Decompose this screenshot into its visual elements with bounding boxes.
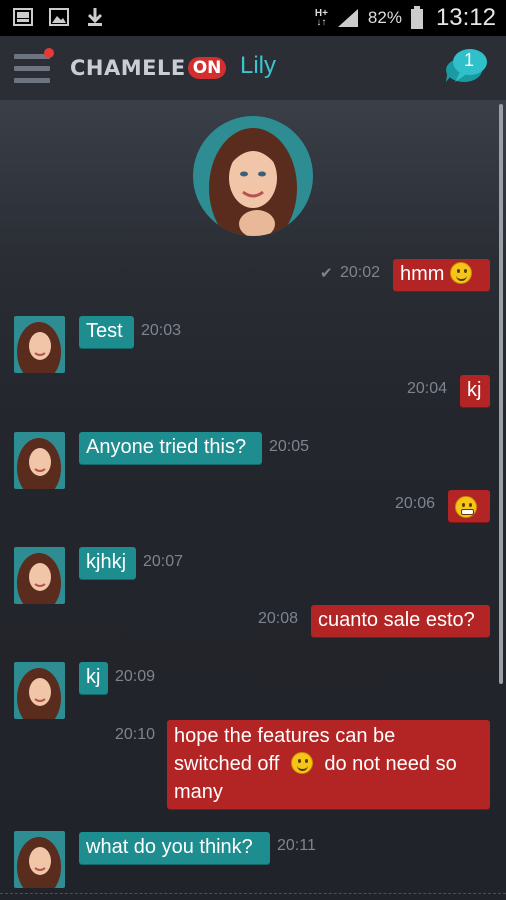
image-icon [49,8,69,26]
battery-icon [410,6,423,29]
chats-badge-count: 1 [464,50,475,70]
message-time: 20:07 [143,553,184,570]
outgoing-message[interactable] [448,490,490,522]
message-time: 20:06 [395,495,436,512]
outgoing-message[interactable]: kj [460,375,490,407]
message-text: hmm [400,263,445,285]
app-bar: CHAMELE ON Lily 1 [0,36,506,100]
outgoing-message[interactable]: hope the features can be switched off do… [167,720,490,809]
status-clock: 13:12 [435,4,496,31]
read-check-icon: ✔ [320,265,333,282]
message-text: kj [86,666,101,688]
hamburger-icon-bar [14,78,50,83]
message-text: kjhkj [86,551,127,573]
message-time: 20:10 [115,726,156,743]
divider [0,893,506,894]
contact-avatar[interactable] [14,831,65,888]
battery-percent: 82% [367,8,402,27]
menu-button[interactable] [14,48,54,86]
message-text: Test [86,320,123,342]
message-time: 20:03 [141,322,182,339]
outgoing-message[interactable]: hmm [393,259,490,291]
chat-area[interactable]: ✔ 20:02 hmm Test 20:03 20:04 kj Anyone t… [0,100,506,900]
message-time: 20:05 [269,438,310,455]
message-text-line: switched off do not need so [174,750,483,778]
smiley-emoji-icon [290,752,313,774]
message-text: what do you think? [86,836,253,858]
outgoing-message[interactable]: cuanto sale esto? [311,605,490,637]
contact-avatar[interactable] [14,432,65,489]
contact-avatar[interactable] [14,316,65,373]
incoming-message[interactable]: Anyone tried this? [79,432,262,464]
contact-profile-photo[interactable] [193,116,313,236]
hamburger-icon-bar [14,66,50,71]
chats-button[interactable]: 1 [440,44,492,92]
logo-text: CHAMELE [70,56,186,80]
message-text: switched off [174,753,280,775]
status-bar: H+ ↓↑ 82% 13:12 [0,0,506,36]
message-text: do not need so [324,753,457,775]
incoming-message[interactable]: what do you think? [79,832,270,864]
message-text: Anyone tried this? [86,436,247,458]
incoming-message[interactable]: Test [79,316,134,348]
logo-on-badge: ON [187,57,227,79]
contact-name[interactable]: Lily [240,52,276,80]
message-time: 20:09 [115,668,156,685]
grin-emoji-icon [455,496,477,518]
message-time: 20:08 [258,610,299,627]
avatar [193,116,313,236]
gallery-icon [13,8,33,26]
contact-avatar[interactable] [14,662,65,719]
message-text-line: many [174,781,223,803]
scrollbar[interactable] [499,104,503,684]
notification-dot [44,48,54,58]
app-logo: CHAMELE ON [70,53,227,83]
network-type: H+ ↓↑ [314,8,328,28]
download-icon [87,8,103,26]
message-time: 20:02 [340,264,381,281]
signal-icon [337,9,358,27]
incoming-message[interactable]: kj [79,662,108,694]
contact-avatar[interactable] [14,547,65,604]
incoming-message[interactable]: kjhkj [79,547,136,579]
message-text: cuanto sale esto? [318,609,475,631]
message-time: 20:04 [407,380,448,397]
message-text: kj [467,379,482,401]
message-text-line: hope the features can be [174,725,396,747]
message-time: 20:11 [277,837,316,854]
smiley-emoji-icon [450,262,473,284]
